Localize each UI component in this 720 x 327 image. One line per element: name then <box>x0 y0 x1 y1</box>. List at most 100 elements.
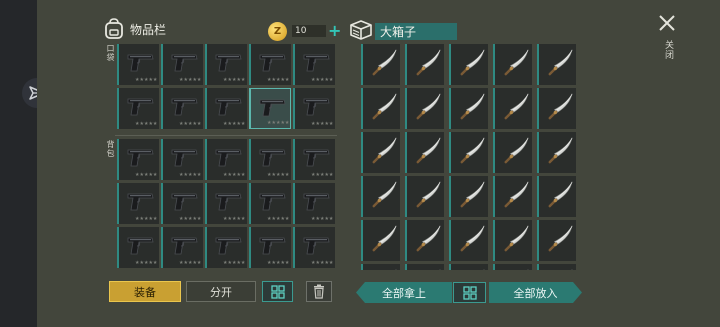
chest-slot[interactable] <box>537 220 576 261</box>
item-rating-stars: ★★★★★ <box>267 260 290 266</box>
chest-slot[interactable] <box>405 176 444 217</box>
chest-slot[interactable] <box>405 44 444 85</box>
pocket-slot[interactable]: ★★★★★ <box>205 88 247 129</box>
item-rating-stars: ★★★★★ <box>135 77 158 83</box>
chest-slot[interactable] <box>537 176 576 217</box>
coin-icon: Z <box>268 21 287 41</box>
pocket-slot[interactable]: ★★★★★ <box>249 88 291 129</box>
chest-slot[interactable] <box>537 44 576 85</box>
chest-slot[interactable] <box>449 176 488 217</box>
chest-slot[interactable] <box>449 44 488 85</box>
chest-slot[interactable] <box>493 220 532 261</box>
chest-slot[interactable] <box>493 88 532 129</box>
item-rating-stars: ★★★★★ <box>223 216 246 222</box>
item-rating-stars: ★★★★★ <box>135 260 158 266</box>
pocket-slot[interactable]: ★★★★★ <box>161 88 203 129</box>
chest-slot[interactable] <box>449 220 488 261</box>
split-button[interactable]: 分开 <box>186 281 256 302</box>
chest-slot[interactable] <box>537 132 576 173</box>
pocket-slot[interactable]: ★★★★★ <box>293 88 335 129</box>
coin-balance: Z 10 + <box>268 21 341 41</box>
close-icon <box>659 15 675 31</box>
trash-button[interactable] <box>306 281 332 302</box>
sort-chest-button[interactable] <box>453 282 486 303</box>
chest-slot[interactable] <box>361 132 400 173</box>
backpack-slot[interactable]: ★★★★★ <box>293 139 335 180</box>
item-rating-stars: ★★★★★ <box>311 121 334 127</box>
item-rating-stars: ★★★★★ <box>267 172 290 178</box>
pocket-slot[interactable]: ★★★★★ <box>117 88 159 129</box>
backpack-slot[interactable]: ★★★★★ <box>161 227 203 268</box>
chest-slot[interactable] <box>493 132 532 173</box>
chest-slot[interactable] <box>361 264 400 270</box>
backpack-icon <box>105 18 123 39</box>
chest-box-icon <box>350 20 372 40</box>
backpack-slot[interactable]: ★★★★★ <box>249 227 291 268</box>
backpack-slot[interactable]: ★★★★★ <box>293 183 335 224</box>
close-button[interactable] <box>657 13 677 33</box>
backpack-slot[interactable]: ★★★★★ <box>249 139 291 180</box>
chest-slot[interactable] <box>449 132 488 173</box>
chest-slot[interactable] <box>361 44 400 85</box>
backpack-slot[interactable]: ★★★★★ <box>205 227 247 268</box>
chest-slot[interactable] <box>405 88 444 129</box>
backpack-slot[interactable]: ★★★★★ <box>117 139 159 180</box>
item-rating-stars: ★★★★★ <box>311 172 334 178</box>
backpack-slot[interactable]: ★★★★★ <box>205 183 247 224</box>
inventory-title: 物品栏 <box>130 22 167 37</box>
chest-slot[interactable] <box>493 44 532 85</box>
item-rating-stars: ★★★★★ <box>223 77 246 83</box>
item-rating-stars: ★★★★★ <box>311 260 334 266</box>
item-rating-stars: ★★★★★ <box>311 216 334 222</box>
pocket-slot[interactable]: ★★★★★ <box>205 44 247 85</box>
grid-sort-icon <box>462 285 477 300</box>
chest-slot[interactable] <box>405 132 444 173</box>
item-rating-stars: ★★★★★ <box>135 121 158 127</box>
add-coins-button[interactable]: + <box>328 23 341 39</box>
backpack-slot[interactable]: ★★★★★ <box>161 183 203 224</box>
chest-slot[interactable] <box>493 264 532 270</box>
item-rating-stars: ★★★★★ <box>223 172 246 178</box>
backpack-slot[interactable]: ★★★★★ <box>205 139 247 180</box>
chest-slot[interactable] <box>537 88 576 129</box>
put-all-button[interactable]: 全部放入 <box>489 282 582 303</box>
equip-button[interactable]: 装备 <box>109 281 181 302</box>
item-rating-stars: ★★★★★ <box>135 172 158 178</box>
item-rating-stars: ★★★★★ <box>179 121 202 127</box>
chest-slot[interactable] <box>493 176 532 217</box>
chest-slot[interactable] <box>405 220 444 261</box>
chest-slot[interactable] <box>449 88 488 129</box>
pocket-slot[interactable]: ★★★★★ <box>117 44 159 85</box>
backpack-label: 背包 <box>106 140 115 158</box>
backpack-slot[interactable]: ★★★★★ <box>161 139 203 180</box>
chest-slot[interactable] <box>537 264 576 270</box>
chest-title: 大箱子 <box>375 23 457 40</box>
section-divider <box>115 135 337 136</box>
item-rating-stars: ★★★★★ <box>179 216 202 222</box>
item-rating-stars: ★★★★★ <box>311 77 334 83</box>
pocket-slot[interactable]: ★★★★★ <box>161 44 203 85</box>
chest-slot[interactable] <box>405 264 444 270</box>
left-sidebar-strip <box>0 0 37 327</box>
take-all-button[interactable]: 全部拿上 <box>356 282 452 303</box>
chest-title-text: 大箱子 <box>380 25 417 39</box>
backpack-slot[interactable]: ★★★★★ <box>117 227 159 268</box>
chest-slot[interactable] <box>449 264 488 270</box>
chest-grid[interactable] <box>361 44 578 270</box>
grid-sort-icon <box>270 284 285 299</box>
backpack-slot[interactable]: ★★★★★ <box>249 183 291 224</box>
sort-inventory-button[interactable] <box>262 281 293 302</box>
backpack-grid: ★★★★★ ★★★★★ ★★★★★ ★★★★★ ★★★★★ ★★★★★ ★★★★★ ★★★★★… <box>117 139 335 268</box>
item-rating-stars: ★★★★★ <box>267 120 290 126</box>
chest-header <box>349 19 373 41</box>
chest-slot[interactable] <box>361 220 400 261</box>
backpack-slot[interactable]: ★★★★★ <box>117 183 159 224</box>
item-rating-stars: ★★★★★ <box>179 260 202 266</box>
close-label: 关闭 <box>663 40 673 60</box>
chest-slot[interactable] <box>361 88 400 129</box>
pocket-slot[interactable]: ★★★★★ <box>249 44 291 85</box>
chest-slot[interactable] <box>361 176 400 217</box>
coin-count: 10 <box>292 25 326 37</box>
pocket-slot[interactable]: ★★★★★ <box>293 44 335 85</box>
backpack-slot[interactable]: ★★★★★ <box>293 227 335 268</box>
